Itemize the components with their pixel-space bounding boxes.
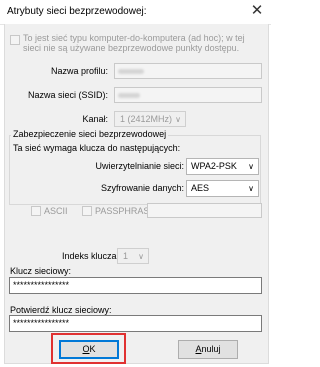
cancel-rest: nuluj: [201, 344, 221, 354]
adhoc-label-line2: sieci nie są używane bezprzewodowe punkt…: [23, 43, 240, 53]
security-group-label: Zabezpieczenie sieci bezprzewodowej: [11, 129, 169, 139]
key-index-label: Indeks klucza: [62, 251, 117, 261]
key-index-select[interactable]: 1 ∨: [117, 248, 149, 264]
channel-label: Kanał:: [82, 114, 108, 124]
auth-label: Uwierzytelnianie sieci:: [95, 161, 184, 171]
confirm-key-label: Potwierdź klucz sieciowy:: [10, 305, 112, 315]
auth-select[interactable]: WPA2-PSK ∨: [186, 158, 259, 175]
chevron-down-icon: ∨: [175, 115, 181, 124]
network-key-label: Klucz sieciowy:: [10, 266, 72, 276]
chevron-down-icon: ∨: [138, 252, 144, 261]
chevron-down-icon: ∨: [248, 162, 254, 171]
adhoc-label-line1: To jest sieć typu komputer-do-komputera …: [23, 33, 245, 43]
channel-value: 1 (2412MHz): [120, 114, 173, 124]
enc-value: AES: [191, 183, 210, 193]
profile-name-field[interactable]: [114, 63, 262, 79]
adhoc-label: To jest sieć typu komputer-do-komputera …: [23, 33, 245, 53]
channel-select[interactable]: 1 (2412MHz) ∨: [114, 111, 186, 127]
profile-name-label: Nazwa profilu:: [50, 66, 108, 76]
confirm-key-value: ****************: [13, 318, 70, 328]
auth-value: WPA2-PSK: [191, 161, 237, 171]
ssid-value-masked: [118, 93, 140, 98]
network-key-input[interactable]: ****************: [9, 277, 262, 294]
window-title: Atrybuty sieci bezprzewodowej:: [7, 6, 147, 17]
ok-highlight-annotation: [51, 333, 126, 364]
ssid-label: Nazwa sieci (SSID):: [27, 90, 108, 100]
profile-name-value-masked: [118, 69, 144, 74]
network-key-value: ****************: [13, 280, 70, 290]
confirm-key-input[interactable]: ****************: [9, 315, 262, 332]
ascii-checkbox[interactable]: [31, 206, 41, 216]
cancel-button[interactable]: Anuluj: [178, 340, 238, 359]
passphrase-checkbox[interactable]: [82, 206, 92, 216]
enc-label: Szyfrowanie danych:: [100, 183, 184, 193]
enc-select[interactable]: AES ∨: [186, 180, 259, 197]
close-icon[interactable]: ✕: [249, 3, 265, 19]
chevron-down-icon: ∨: [248, 184, 254, 193]
ascii-label: ASCII: [44, 206, 68, 216]
adhoc-checkbox[interactable]: [10, 35, 20, 45]
title-bar: Atrybuty sieci bezprzewodowej: ✕: [0, 0, 271, 25]
key-index-value: 1: [123, 251, 129, 261]
requires-key-label: Ta sieć wymaga klucza do następujących:: [13, 143, 181, 153]
passphrase-field[interactable]: [147, 203, 262, 218]
ssid-field[interactable]: [114, 87, 262, 103]
